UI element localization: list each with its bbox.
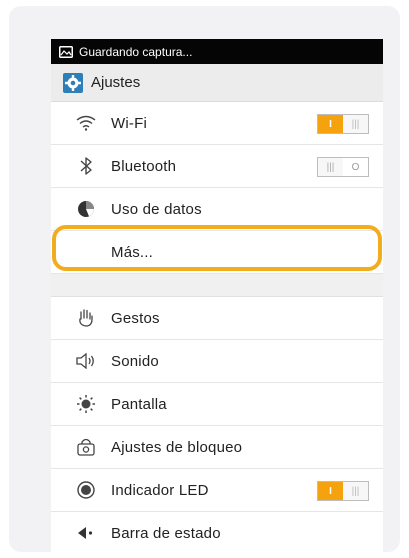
data-usage-icon [75,198,97,220]
screenshot-icon [59,45,73,58]
led-toggle[interactable]: I ||| [317,481,369,501]
toggle-on-mark: I [318,115,343,133]
settings-app-icon[interactable] [63,72,83,93]
status-text: Guardando captura... [79,44,193,59]
brightness-icon [75,393,97,415]
speaker-icon [75,350,97,372]
status-bar-icon [75,522,97,544]
lock-screen-icon [75,436,97,458]
settings-item-label: Bluetooth [111,157,177,175]
toggle-off-half: ||| [343,482,368,500]
settings-item-wifi[interactable]: Wi-Fi I ||| [51,102,383,145]
settings-item-lock[interactable]: Ajustes de bloqueo [51,426,383,469]
settings-item-more[interactable]: Más... [51,231,383,274]
action-bar: Ajustes [51,64,383,102]
settings-item-label: Barra de estado [111,524,221,542]
toggle-on-mark: I [318,482,343,500]
bluetooth-toggle[interactable]: ||| O [317,157,369,177]
wifi-toggle[interactable]: I ||| [317,114,369,134]
settings-item-label: Ajustes de bloqueo [111,438,243,456]
screenshot-frame: Guardando captura... Ajustes Wi-Fi I ||| [9,6,400,552]
settings-item-label: Uso de datos [111,200,202,218]
settings-item-label: Sonido [111,352,159,370]
page-title: Ajustes [91,74,141,91]
settings-item-label: Indicador LED [111,481,209,499]
bluetooth-icon [75,155,97,177]
section-divider [51,274,383,297]
settings-item-bluetooth[interactable]: Bluetooth ||| O [51,145,383,188]
settings-item-data-usage[interactable]: Uso de datos [51,188,383,231]
led-indicator-icon [75,479,97,501]
toggle-off-half: ||| [343,115,368,133]
settings-item-label: Más... [111,243,154,261]
phone-screen: Guardando captura... Ajustes Wi-Fi I ||| [51,39,383,552]
settings-item-sound[interactable]: Sonido [51,340,383,383]
settings-item-led[interactable]: Indicador LED I ||| [51,469,383,512]
gesture-hand-icon [75,307,97,329]
settings-item-gestures[interactable]: Gestos [51,297,383,340]
settings-item-label: Pantalla [111,395,167,413]
settings-item-label: Gestos [111,309,160,327]
settings-item-display[interactable]: Pantalla [51,383,383,426]
toggle-off-mark: O [343,158,368,176]
settings-list: Wi-Fi I ||| Bluetooth ||| O Uso de datos… [51,102,383,552]
settings-item-label: Wi-Fi [111,114,147,132]
settings-item-status-bar[interactable]: Barra de estado [51,512,383,552]
toggle-on-half: ||| [318,158,343,176]
status-bar: Guardando captura... [51,39,383,64]
wifi-icon [75,112,97,134]
